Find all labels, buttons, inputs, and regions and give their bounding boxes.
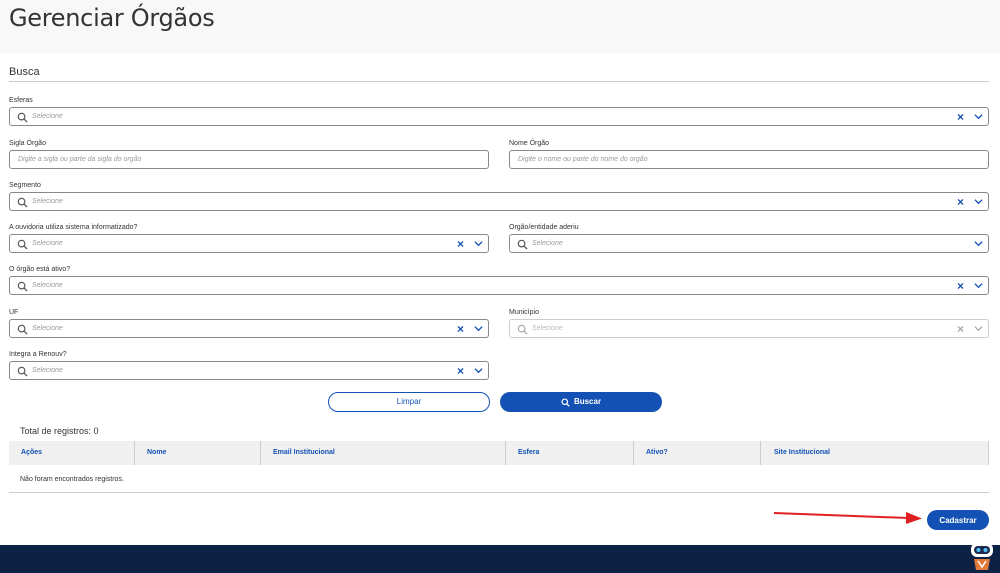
search-icon xyxy=(561,397,570,407)
search-icon xyxy=(17,239,28,250)
renouv-placeholder: Selecione xyxy=(32,367,63,374)
footer xyxy=(0,545,1000,573)
chevron-down-icon[interactable] xyxy=(974,198,983,205)
empty-message: Não foram encontrados registros. xyxy=(20,476,124,483)
close-icon[interactable]: × xyxy=(957,110,964,124)
chevron-down-icon[interactable] xyxy=(474,240,483,247)
segmento-label: Segmento xyxy=(9,182,41,189)
close-icon[interactable]: × xyxy=(457,322,464,336)
municipio-select: Selecione × xyxy=(509,319,989,338)
sigla-label: Sigla Órgão xyxy=(9,140,46,147)
close-icon[interactable]: × xyxy=(457,364,464,378)
column-divider xyxy=(505,441,506,465)
search-icon xyxy=(17,112,28,123)
buscar-button[interactable]: Buscar xyxy=(500,392,662,412)
uf-select[interactable]: Selecione × xyxy=(9,319,489,338)
renouv-select[interactable]: Selecione × xyxy=(9,361,489,380)
ativo-label: O órgão está ativo? xyxy=(9,266,71,273)
nome-label: Nome Órgão xyxy=(509,140,550,147)
column-divider xyxy=(633,441,634,465)
column-acoes[interactable]: Ações xyxy=(21,441,42,465)
divider xyxy=(9,492,989,493)
search-icon xyxy=(17,197,28,208)
page-header: Gerenciar Órgãos xyxy=(0,0,1000,53)
column-ativo[interactable]: Ativo? xyxy=(646,441,668,465)
chevron-down-icon[interactable] xyxy=(974,113,983,120)
uf-placeholder: Selecione xyxy=(32,325,63,332)
annotation-arrow-icon xyxy=(773,512,922,524)
ouvidoria-label: A ouvidoria utiliza sistema informatizad… xyxy=(9,224,138,231)
cadastrar-button[interactable]: Cadastrar xyxy=(927,510,989,530)
search-icon xyxy=(17,366,28,377)
segmento-placeholder: Selecione xyxy=(32,198,63,205)
chevron-down-icon[interactable] xyxy=(474,367,483,374)
search-icon xyxy=(17,281,28,292)
close-icon[interactable]: × xyxy=(957,279,964,293)
renouv-label: Integra a Renouv? xyxy=(9,351,67,358)
search-icon xyxy=(517,324,528,335)
esferas-placeholder: Selecione xyxy=(32,113,63,120)
uf-label: UF xyxy=(9,309,19,316)
nome-input[interactable]: Digite o nome ou parte do nome do orgão xyxy=(509,150,989,169)
chevron-down-icon[interactable] xyxy=(974,240,983,247)
aderiu-select[interactable]: Selecione xyxy=(509,234,989,253)
robot-icon[interactable] xyxy=(968,537,996,573)
close-icon[interactable]: × xyxy=(957,195,964,209)
ouvidoria-placeholder: Selecione xyxy=(32,240,63,247)
esferas-label: Esferas xyxy=(9,97,33,104)
nome-placeholder: Digite o nome ou parte do nome do orgão xyxy=(518,156,648,163)
esferas-select[interactable]: Selecione × xyxy=(9,107,989,126)
chevron-down-icon[interactable] xyxy=(974,282,983,289)
aderiu-placeholder: Selecione xyxy=(532,240,563,247)
municipio-placeholder: Selecione xyxy=(532,325,563,332)
chevron-down-icon[interactable] xyxy=(474,325,483,332)
column-email[interactable]: Email Institucional xyxy=(273,441,335,465)
ouvidoria-select[interactable]: Selecione × xyxy=(9,234,489,253)
column-nome[interactable]: Nome xyxy=(147,441,166,465)
sigla-placeholder: Digite a sigla ou parte da sigla do orgã… xyxy=(18,156,142,163)
column-divider xyxy=(134,441,135,465)
limpar-button[interactable]: Limpar xyxy=(328,392,490,412)
sigla-input[interactable]: Digite a sigla ou parte da sigla do orgã… xyxy=(9,150,489,169)
municipio-label: Município xyxy=(509,309,539,316)
table-header: Ações Nome Email Institucional Esfera At… xyxy=(9,441,989,465)
total-registros: Total de registros: 0 xyxy=(20,426,99,436)
ativo-placeholder: Selecione xyxy=(32,282,63,289)
ativo-select[interactable]: Selecione × xyxy=(9,276,989,295)
column-esfera[interactable]: Esfera xyxy=(518,441,539,465)
close-icon: × xyxy=(957,322,965,336)
aderiu-label: Orgão/entidade aderiu xyxy=(509,224,579,231)
segmento-select[interactable]: Selecione × xyxy=(9,192,989,211)
buscar-label: Buscar xyxy=(573,397,602,406)
column-divider xyxy=(988,441,989,465)
page-title: Gerenciar Órgãos xyxy=(9,4,215,32)
close-icon[interactable]: × xyxy=(457,237,464,251)
column-site[interactable]: Site Institucional xyxy=(774,441,830,465)
column-divider xyxy=(760,441,761,465)
search-icon xyxy=(517,239,528,250)
column-divider xyxy=(260,441,261,465)
chevron-down-icon xyxy=(974,326,983,332)
search-icon xyxy=(17,324,28,335)
busca-title: Busca xyxy=(9,66,40,78)
divider xyxy=(9,81,989,82)
